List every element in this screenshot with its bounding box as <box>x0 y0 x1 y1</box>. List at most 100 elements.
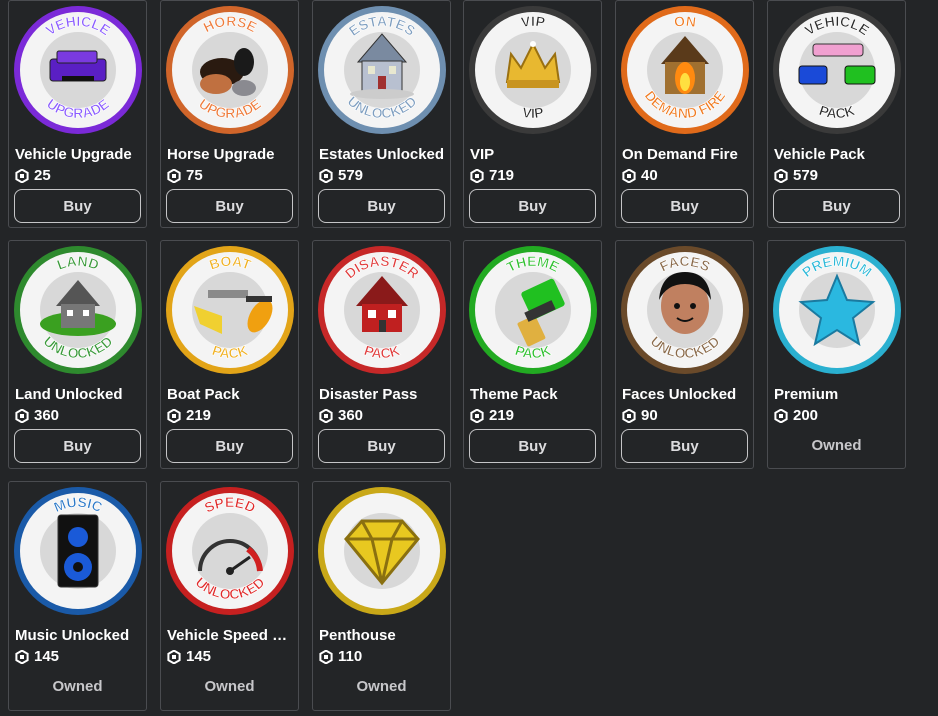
item-price: 145 <box>15 648 59 666</box>
boat-pack-badge-image: BOATPACK <box>166 246 294 374</box>
buy-button[interactable]: Buy <box>773 189 900 223</box>
owned-label: Owned <box>52 678 103 695</box>
game-pass-card[interactable]: VEHICLE PACK Vehicle Pack 579 Buy <box>767 0 906 228</box>
robux-icon <box>167 409 181 423</box>
game-pass-card[interactable]: PREMIUM Premium 200 Owned <box>767 240 906 469</box>
price-value: 200 <box>793 407 819 424</box>
land-unlocked-badge-image: LANDUNLOCKED <box>14 246 142 374</box>
badge-bottom-text: VIP <box>521 104 545 122</box>
robux-icon <box>622 409 636 423</box>
vehicle-speed-u-badge-image: SPEEDUNLOCKED <box>166 487 294 615</box>
item-name[interactable]: Horse Upgrade <box>167 146 295 164</box>
theme-pack-badge-image: THEMEPACK <box>469 246 597 374</box>
item-name[interactable]: Disaster Pass <box>319 386 447 404</box>
game-pass-card[interactable]: ESTATES UNLOCKED Estates Unlocked 579 Buy <box>312 0 451 228</box>
vip-badge-image: VIP VIP <box>469 6 597 134</box>
item-name[interactable]: Penthouse <box>319 627 447 645</box>
robux-icon <box>167 169 181 183</box>
buy-button[interactable]: Buy <box>166 429 293 463</box>
robux-icon <box>774 409 788 423</box>
buy-button[interactable]: Buy <box>166 189 293 223</box>
robux-icon <box>15 409 29 423</box>
buy-button[interactable]: Buy <box>469 429 596 463</box>
item-name[interactable]: Premium <box>774 386 902 404</box>
price-value: 579 <box>338 167 364 184</box>
item-name[interactable]: Land Unlocked <box>15 386 143 404</box>
premium-badge-image: PREMIUM <box>773 246 901 374</box>
item-name[interactable]: Vehicle Pack <box>774 146 902 164</box>
game-pass-card[interactable]: BOAT PACK Boat Pack 219 Buy <box>160 240 299 469</box>
buy-button[interactable]: Buy <box>14 429 141 463</box>
estates-unlocked-badge-image: ESTATESUNLOCKED <box>318 6 446 134</box>
owned-label: Owned <box>356 678 407 695</box>
item-price: 719 <box>470 167 514 185</box>
horse-upgrade-badge-image: HORSEUPGRADE <box>166 6 294 134</box>
game-pass-card[interactable]: ON DEMAND FIRE On Demand Fire 40 Buy <box>615 0 754 228</box>
item-name[interactable]: Faces Unlocked <box>622 386 750 404</box>
item-name[interactable]: Boat Pack <box>167 386 295 404</box>
vehicle-upgrade-badge-image: VEHICLEUPGRADE <box>14 6 142 134</box>
game-pass-card[interactable]: THEME PACK Theme Pack 219 Buy <box>463 240 602 469</box>
robux-icon <box>774 169 788 183</box>
price-value: 145 <box>34 648 60 665</box>
buy-button[interactable]: Buy <box>318 189 445 223</box>
robux-icon <box>470 169 484 183</box>
robux-icon <box>167 650 181 664</box>
game-pass-card[interactable]: SPEED UNLOCKED Vehicle Speed U... 145 Owned <box>160 481 299 711</box>
item-price: 579 <box>319 167 363 185</box>
item-name[interactable]: Music Unlocked <box>15 627 143 645</box>
price-value: 219 <box>186 407 212 424</box>
robux-icon <box>319 169 333 183</box>
price-value: 579 <box>793 167 819 184</box>
price-value: 360 <box>338 407 364 424</box>
buy-button[interactable]: Buy <box>621 429 748 463</box>
game-pass-card[interactable]: MUSIC Music Unlocked 145 Owned <box>8 481 147 711</box>
price-value: 75 <box>186 167 203 184</box>
price-value: 110 <box>338 648 363 665</box>
game-pass-card[interactable]: VEHICLE UPGRADE Vehicle Upgrade 25 Buy <box>8 0 147 228</box>
game-pass-card[interactable]: VIP VIP VIP 719 Buy <box>463 0 602 228</box>
item-name[interactable]: VIP <box>470 146 598 164</box>
item-name[interactable]: Vehicle Speed U... <box>167 627 295 645</box>
item-price: 200 <box>774 407 818 425</box>
robux-icon <box>470 409 484 423</box>
music-unlocked-badge-image: MUSIC <box>14 487 142 615</box>
buy-button[interactable]: Buy <box>621 189 748 223</box>
game-pass-card[interactable]: LAND UNLOCKED Land Unlocked 360 Buy <box>8 240 147 469</box>
disaster-pass-badge-image: DISASTERPACK <box>318 246 446 374</box>
item-price: 40 <box>622 167 658 185</box>
penthouse-badge-image <box>318 487 446 615</box>
buy-button[interactable]: Buy <box>469 189 596 223</box>
vehicle-pack-badge-image: VEHICLEPACK <box>773 6 901 134</box>
item-price: 25 <box>15 167 51 185</box>
item-price: 110 <box>319 648 362 666</box>
item-price: 145 <box>167 648 211 666</box>
faces-unlocked-badge-image: FACESUNLOCKED <box>621 246 749 374</box>
buy-button[interactable]: Buy <box>14 189 141 223</box>
on-demand-fire-badge-image: ONDEMAND FIRE <box>621 6 749 134</box>
item-price: 219 <box>470 407 514 425</box>
item-price: 219 <box>167 407 211 425</box>
item-price: 579 <box>774 167 818 185</box>
price-value: 90 <box>641 407 658 424</box>
price-value: 145 <box>186 648 212 665</box>
item-price: 360 <box>15 407 59 425</box>
game-pass-card[interactable]: Penthouse 110 Owned <box>312 481 451 711</box>
robux-icon <box>15 650 29 664</box>
robux-icon <box>319 650 333 664</box>
game-pass-card[interactable]: DISASTER PACK Disaster Pass 360 Buy <box>312 240 451 469</box>
buy-button[interactable]: Buy <box>318 429 445 463</box>
item-name[interactable]: On Demand Fire <box>622 146 750 164</box>
price-value: 360 <box>34 407 60 424</box>
game-pass-card[interactable]: FACES UNLOCKED Faces Unlocked 90 Buy <box>615 240 754 469</box>
game-pass-card[interactable]: HORSE UPGRADE Horse Upgrade 75 Buy <box>160 0 299 228</box>
price-value: 219 <box>489 407 515 424</box>
badge-top-text: VIP <box>520 13 547 31</box>
item-name[interactable]: Theme Pack <box>470 386 598 404</box>
price-value: 719 <box>489 167 515 184</box>
item-name[interactable]: Vehicle Upgrade <box>15 146 143 164</box>
owned-label: Owned <box>811 437 862 454</box>
svg-text:VIP: VIP <box>521 104 544 121</box>
svg-text:VIP: VIP <box>520 13 546 30</box>
item-name[interactable]: Estates Unlocked <box>319 146 447 164</box>
